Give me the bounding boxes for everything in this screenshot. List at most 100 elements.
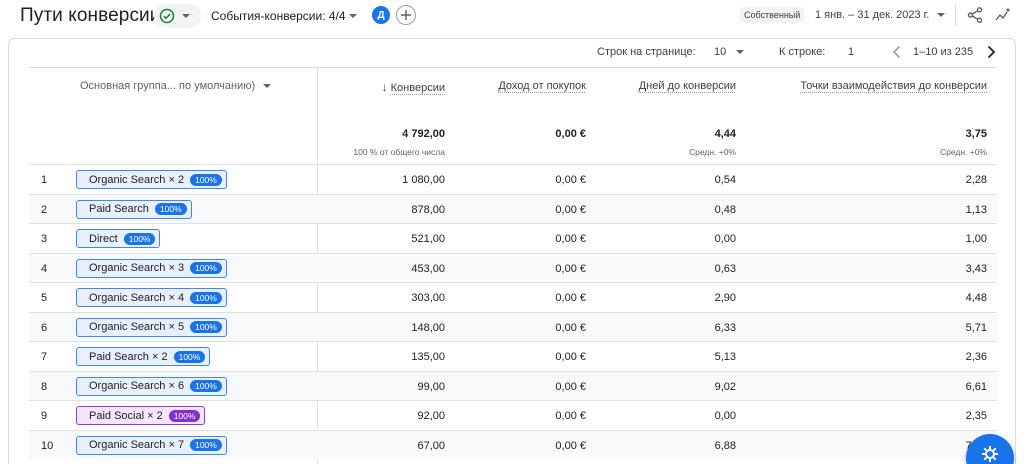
path-chip[interactable]: Organic Search × 2 100% (76, 170, 227, 189)
path-channel-label: Paid Search × 2 (89, 350, 168, 363)
share-icon[interactable] (966, 6, 984, 24)
path-chip[interactable]: Paid Search × 2 100% (76, 347, 211, 366)
days-cell: 0,54 (714, 174, 736, 186)
total-revenue: 0,00 € (555, 128, 586, 140)
table-row[interactable]: 4 Organic Search × 3 100% 453,00 0,00 € 0,63 3… (29, 252, 997, 282)
path-share-badge: 100% (190, 262, 222, 274)
path-share-badge: 100% (173, 350, 206, 363)
date-range-picker[interactable]: 1 янв. – 31 дек. 2023 г. (815, 9, 929, 21)
table-row[interactable]: 9 Paid Social × 2 100% 92,00 0,00 € 0,00 2,35 (29, 400, 997, 430)
table-header: Основная группа... по умолчанию) ↓ Конвер… (29, 67, 997, 128)
touchpoints-cell: 4,48 (965, 292, 987, 304)
revenue-cell: 0,00 € (555, 233, 586, 245)
table-row[interactable]: 6 Organic Search × 5 100% 148,00 0,00 € 6,33 5… (29, 311, 997, 341)
path-chip[interactable]: Organic Search × 6 100% (76, 376, 227, 396)
chevron-down-icon (182, 14, 190, 18)
path-channel-label: Organic Search × 7 (89, 439, 185, 451)
row-rank: 10 (41, 439, 54, 452)
avatar[interactable]: Д (372, 6, 390, 24)
rows-per-page-select[interactable]: 10 (714, 46, 726, 58)
avg-days-delta: Средн. +0% (688, 147, 736, 157)
path-share-badge: 100% (154, 203, 187, 215)
path-channel-label: Organic Search × 6 (89, 380, 185, 392)
touchpoints-cell: 5,71 (965, 321, 987, 334)
row-rank: 2 (41, 203, 48, 216)
chevron-right-icon[interactable] (983, 43, 999, 61)
conversions-cell: 521,00 (411, 233, 445, 245)
go-to-row-input[interactable]: 1 (848, 46, 854, 58)
pagination-range: 1–10 из 235 (913, 46, 974, 58)
chevron-down-icon[interactable] (349, 14, 357, 18)
conversions-cell: 303,00 (411, 292, 445, 304)
dimension-selector[interactable]: Основная группа... по умолчанию) (80, 80, 272, 92)
path-chip[interactable]: Paid Search 100% (76, 199, 192, 219)
support-gear-icon (982, 446, 998, 462)
dimension-column-header[interactable]: Основная группа... по умолчанию) (80, 80, 255, 92)
row-rank: 3 (41, 233, 48, 245)
date-range-type-badge: Собственный (740, 7, 805, 23)
days-cell: 0,63 (714, 262, 736, 275)
table-row[interactable]: 1 Organic Search × 2 100% 1 080,00 0,00 € 0,5… (29, 164, 997, 194)
touchpoints-cell: 2,28 (965, 174, 987, 186)
path-channel-label: Organic Search × 3 (89, 262, 185, 274)
path-channel-label: Organic Search × 5 (89, 321, 185, 333)
revenue-cell: 0,00 € (555, 321, 586, 334)
row-rank: 9 (41, 410, 48, 422)
conversion-paths-table: Основная группа... по умолчанию) ↓ Конвер… (29, 67, 997, 464)
path-share-badge: 100% (168, 409, 201, 422)
conversions-column-header[interactable]: ↓ Конверсии (327, 80, 445, 94)
row-rank: 6 (41, 321, 48, 334)
report-status-dropdown[interactable] (154, 4, 201, 28)
conversions-cell: 148,00 (411, 321, 445, 334)
path-chip[interactable]: Organic Search × 5 100% (76, 317, 227, 337)
table-row[interactable]: 5 Organic Search × 4 100% 303,00 0,00 € 2,90 4… (29, 282, 997, 312)
table-body: 1 Organic Search × 2 100% 1 080,00 0,00 € 0,5… (29, 164, 997, 459)
total-conversions-share: 100 % от общего числа (353, 147, 445, 157)
chevron-left-icon[interactable] (889, 43, 905, 61)
table-row[interactable]: 10 Organic Search × 7 100% 67,00 0,00 € 6,88 7… (29, 429, 997, 459)
conversion-events-filter[interactable]: События-конверсии: 4/4 (211, 9, 346, 23)
days-cell: 6,88 (714, 439, 736, 452)
touchpoints-column-header[interactable]: Точки взаимодействия до конверсии (747, 80, 987, 92)
days-cell: 2,90 (714, 292, 736, 304)
table-pagination: Строк на странице: 10 К строке: 1 1–10 и… (9, 39, 1017, 67)
table-row[interactable]: 7 Paid Search × 2 100% 135,00 0,00 € 5,13 2,36 (29, 341, 997, 371)
path-share-badge: 100% (190, 380, 222, 392)
revenue-cell: 0,00 € (555, 292, 586, 304)
table-row[interactable]: 2 Paid Search 100% 878,00 0,00 € 0,48 1,13 (29, 193, 997, 223)
chevron-down-icon[interactable] (937, 13, 945, 17)
sort-arrow-down-icon: ↓ (381, 80, 388, 94)
revenue-cell: 0,00 € (555, 380, 586, 393)
table-row[interactable]: 8 Organic Search × 6 100% 99,00 0,00 € 9,02 6,… (29, 370, 997, 400)
path-channel-label: Paid Social × 2 (89, 409, 163, 422)
chevron-down-icon[interactable] (736, 50, 744, 54)
touchpoints-cell: 1,00 (965, 233, 987, 245)
path-chip[interactable]: Paid Social × 2 100% (76, 406, 206, 425)
days-cell: 0,00 (714, 233, 736, 245)
insights-sparkle-icon[interactable] (994, 6, 1012, 24)
add-comparison-button[interactable] (396, 5, 416, 25)
path-share-badge: 100% (190, 291, 222, 304)
path-chip[interactable]: Direct 100% (76, 229, 161, 248)
avg-touchpoints-delta: Средн. +0% (939, 147, 987, 157)
path-share-badge: 100% (190, 173, 222, 186)
path-chip[interactable]: Organic Search × 7 100% (76, 435, 227, 455)
touchpoints-cell: 2,36 (965, 351, 987, 363)
table-row[interactable]: 3 Direct 100% 521,00 0,00 € 0,00 1,00 (29, 223, 997, 253)
conversions-cell: 453,00 (411, 262, 445, 275)
path-channel-label: Organic Search × 2 (89, 173, 185, 186)
days-column-header[interactable]: Дней до конверсии (597, 80, 736, 92)
chevron-down-icon[interactable] (263, 84, 272, 89)
revenue-cell: 0,00 € (555, 262, 586, 275)
revenue-column-header[interactable]: Доход от покупок (457, 80, 586, 92)
days-cell: 6,33 (714, 321, 736, 334)
touchpoints-cell: 3,43 (965, 262, 987, 275)
check-circle-icon (159, 8, 175, 24)
touchpoints-cell: 1,13 (965, 203, 987, 216)
revenue-cell: 0,00 € (555, 351, 586, 363)
days-cell: 9,02 (714, 380, 736, 393)
path-channel-label: Direct (89, 232, 118, 245)
avg-touchpoints: 3,75 (965, 128, 987, 140)
path-chip[interactable]: Organic Search × 4 100% (76, 288, 227, 307)
path-chip[interactable]: Organic Search × 3 100% (76, 258, 227, 278)
